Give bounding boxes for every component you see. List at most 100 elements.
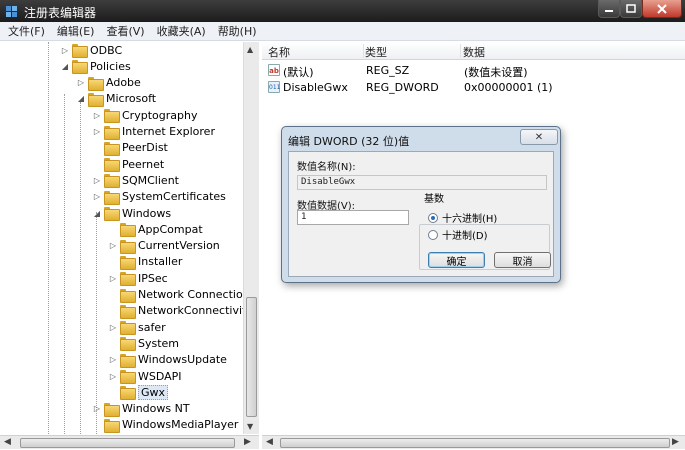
tree-item[interactable]: ◢ Windows [92, 205, 171, 221]
scroll-right-icon[interactable]: ▶ [244, 437, 251, 447]
column-data[interactable]: 数据 [463, 44, 623, 59]
folder-icon [104, 418, 120, 433]
tree-scroll-thumb[interactable] [246, 297, 257, 417]
minimize-button[interactable] [598, 0, 620, 18]
scroll-left-icon[interactable]: ◀ [4, 437, 11, 447]
collapsed-arrow-icon[interactable]: ▷ [108, 274, 118, 283]
tree-guide-line [48, 42, 49, 434]
tree-item[interactable]: AppCompat [108, 221, 203, 238]
column-name[interactable]: 名称 [268, 44, 364, 59]
scroll-left-icon[interactable]: ◀ [266, 437, 273, 447]
tree-item[interactable]: Peernet [92, 156, 165, 173]
collapsed-arrow-icon[interactable]: ▷ [92, 192, 102, 201]
list-hscroll-thumb[interactable] [280, 438, 670, 448]
tree-item[interactable]: Network Connections [108, 287, 255, 303]
tree-item[interactable]: Installer [108, 254, 182, 270]
dialog-close-button[interactable]: ✕ [520, 129, 558, 145]
expanded-arrow-icon[interactable]: ◢ [76, 94, 86, 103]
maximize-button[interactable] [620, 0, 642, 18]
folder-icon [72, 44, 88, 58]
ok-button[interactable]: 确定 [428, 252, 485, 268]
radio-hex-label: 十六进制(H) [442, 214, 498, 225]
collapsed-arrow-icon[interactable]: ▷ [92, 127, 102, 136]
value-type: REG_DWORD [366, 81, 439, 94]
expanded-arrow-icon[interactable]: ◢ [60, 62, 70, 71]
collapsed-arrow-icon[interactable]: ▷ [108, 323, 118, 332]
tree-item[interactable]: PeerDist [92, 140, 168, 156]
tree-item[interactable]: WindowsMediaPlayer [92, 417, 238, 433]
tree-item-label: Peernet [122, 157, 165, 171]
menu-edit[interactable]: 编辑(E) [57, 23, 95, 39]
registry-tree[interactable]: ▷ ODBC ◢ Policies ▷ Adobe ◢ Microsoft ▷ Cryptogra… [0, 42, 259, 434]
list-row[interactable]: ab (默认) REG_SZ (数值未设置) [262, 62, 685, 79]
tree-item[interactable]: ▷ safer [108, 319, 166, 336]
collapsed-arrow-icon[interactable]: ▷ [108, 241, 118, 250]
tree-item-label: CurrentVersion [138, 239, 220, 253]
menu-bar: 文件(F) 编辑(E) 查看(V) 收藏夹(A) 帮助(H) [0, 22, 685, 41]
close-button[interactable] [642, 0, 682, 18]
collapsed-arrow-icon[interactable]: ▷ [108, 355, 118, 364]
value-data: 0x00000001 (1) [464, 81, 553, 94]
menu-view[interactable]: 查看(V) [106, 23, 144, 39]
string-value-icon: ab [268, 64, 280, 76]
edit-dword-dialog: 编辑 DWORD (32 位)值 ✕ 数值名称(N): DisableGwx 数… [281, 126, 561, 283]
collapsed-arrow-icon[interactable]: ▷ [92, 404, 102, 413]
tree-item[interactable]: System [108, 335, 180, 352]
scroll-down-icon[interactable]: ▼ [247, 422, 253, 431]
tree-item[interactable]: ▷ SQMClient [92, 172, 179, 189]
folder-icon [120, 370, 136, 384]
collapsed-arrow-icon[interactable]: ▷ [60, 46, 70, 55]
tree-item-label: Network Connections [138, 288, 256, 301]
collapsed-arrow-icon[interactable]: ▷ [92, 176, 102, 185]
tree-item[interactable]: ▷ Windows NT [92, 401, 190, 417]
folder-icon [104, 402, 120, 417]
menu-file[interactable]: 文件(F) [8, 23, 45, 39]
menu-help[interactable]: 帮助(H) [218, 23, 257, 39]
tree-item-label: WindowsMediaPlayer [122, 418, 239, 432]
menu-favorites[interactable]: 收藏夹(A) [157, 23, 206, 39]
tree-item[interactable]: NetworkConnectivitySta [108, 303, 258, 319]
tree-item[interactable]: ▷ IPSec [108, 270, 168, 287]
collapsed-arrow-icon[interactable]: ▷ [108, 372, 118, 381]
list-header: 名称 类型 数据 [262, 42, 685, 60]
collapsed-arrow-icon[interactable]: ▷ [76, 78, 86, 87]
tree-horizontal-scrollbar[interactable]: ◀ ▶ [0, 435, 259, 449]
folder-icon [120, 337, 136, 352]
tree-item[interactable]: ▷ CurrentVersion [108, 238, 220, 254]
tree-item[interactable]: Gwx [108, 384, 169, 401]
tree-item[interactable]: ▷ ODBC [60, 42, 122, 58]
scroll-right-icon[interactable]: ▶ [672, 437, 679, 447]
tree-item-label: SystemCertificates [122, 190, 226, 204]
list-horizontal-scrollbar[interactable]: ◀ ▶ [262, 435, 685, 449]
tree-item-label: System [138, 336, 180, 350]
column-type[interactable]: 类型 [365, 44, 461, 59]
radio-decimal[interactable]: 十进制(D) [428, 227, 488, 242]
value-data-input[interactable]: 1 [297, 210, 409, 225]
tree-hscroll-thumb[interactable] [20, 438, 235, 448]
folder-icon [104, 125, 120, 140]
tree-item[interactable]: ▷ WSDAPI [108, 368, 182, 384]
window-title: 注册表编辑器 [24, 6, 97, 20]
radio-hex[interactable]: 十六进制(H) [428, 210, 497, 225]
tree-item-label: Microsoft [106, 92, 157, 106]
list-row[interactable]: 011 DisableGwx REG_DWORD 0x00000001 (1) [262, 79, 685, 96]
tree-item[interactable]: ▷ Internet Explorer [92, 124, 215, 140]
scroll-up-icon[interactable]: ▲ [247, 45, 253, 54]
registry-editor-icon [6, 6, 17, 17]
tree-item[interactable]: ◢ Microsoft [76, 91, 156, 107]
folder-icon [104, 190, 120, 205]
tree-item[interactable]: ▷ SystemCertificates [92, 189, 226, 205]
tree-item[interactable]: ◢ Policies [60, 58, 131, 75]
tree-item-label: Gwx [138, 384, 169, 400]
expanded-arrow-icon[interactable]: ◢ [92, 209, 102, 218]
folder-icon [120, 255, 136, 270]
tree-item-label: Windows [122, 206, 172, 220]
tree-item[interactable]: ▷ WindowsUpdate [108, 352, 227, 368]
collapsed-arrow-icon[interactable]: ▷ [92, 111, 102, 120]
cancel-button[interactable]: 取消 [494, 252, 551, 268]
tree-vertical-scrollbar[interactable]: ▲ ▼ [243, 42, 259, 434]
tree-item-label: SQMClient [122, 173, 179, 187]
tree-item[interactable]: ▷ Adobe [76, 75, 141, 91]
tree-item[interactable]: ▷ Cryptography [92, 107, 197, 124]
maximize-icon [626, 3, 636, 13]
